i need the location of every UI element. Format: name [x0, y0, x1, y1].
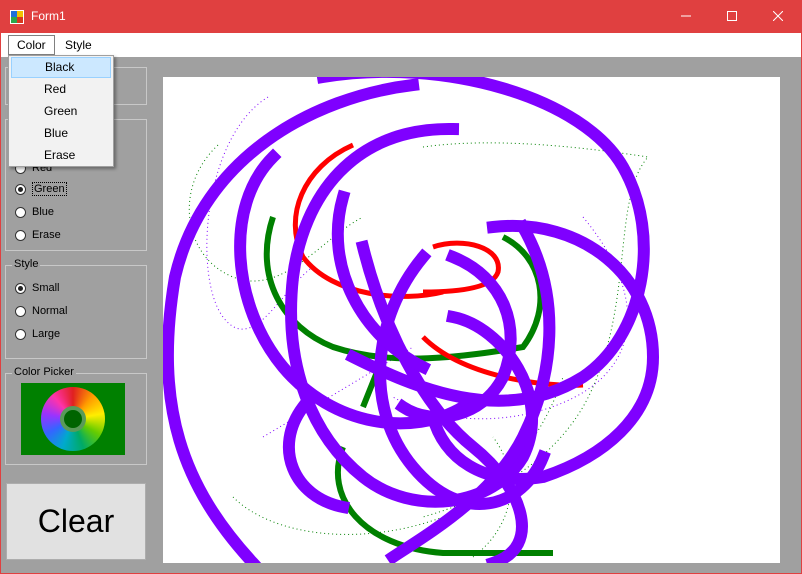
radio-large-label: Large	[32, 328, 61, 340]
style-group-title: Style	[12, 258, 41, 270]
color-wheel-icon[interactable]	[41, 387, 105, 451]
clear-button[interactable]: Clear	[6, 483, 146, 560]
title-bar[interactable]: Form1	[1, 1, 801, 33]
menu-color[interactable]: Color	[8, 35, 55, 55]
menu-item-red[interactable]: Red	[11, 79, 111, 100]
purple-stroke	[285, 122, 539, 508]
radio-normal-label: Normal	[32, 305, 68, 317]
style-group: Style Small Normal Large	[5, 258, 147, 359]
app-icon	[10, 10, 24, 24]
menu-style[interactable]: Style	[57, 35, 100, 55]
minimize-button[interactable]	[663, 1, 709, 33]
radio-green[interactable]: Green	[15, 181, 67, 197]
radio-erase-label: Erase	[32, 229, 61, 241]
maximize-icon	[727, 10, 737, 24]
menu-bar: Color Style	[1, 33, 801, 57]
maximize-button[interactable]	[709, 1, 755, 33]
radio-erase[interactable]: Erase	[15, 227, 61, 243]
main-window: Form1 Color Style Red Green Blue Erase S…	[0, 0, 802, 574]
menu-item-erase[interactable]: Erase	[11, 145, 111, 166]
radio-large[interactable]: Large	[15, 326, 60, 342]
minimize-icon	[681, 10, 691, 24]
radio-small-circle[interactable]	[15, 282, 26, 294]
color-picker-box[interactable]	[21, 383, 125, 455]
window-title: Form1	[31, 9, 66, 23]
radio-blue-label: Blue	[32, 206, 55, 218]
menu-item-black[interactable]: Black	[11, 57, 111, 78]
radio-blue-circle[interactable]	[15, 206, 26, 218]
radio-small-label: Small	[32, 282, 60, 294]
radio-green-circle[interactable]	[15, 183, 26, 195]
menu-item-green[interactable]: Green	[11, 101, 111, 122]
color-picker-title: Color Picker	[12, 366, 76, 378]
close-button[interactable]	[755, 1, 801, 33]
drawing-strokes	[163, 77, 659, 563]
menu-item-blue[interactable]: Blue	[11, 123, 111, 144]
radio-small[interactable]: Small	[15, 280, 60, 296]
color-picker-group: Color Picker	[5, 366, 147, 465]
radio-blue[interactable]: Blue	[15, 204, 54, 220]
purple-strokes	[163, 77, 659, 563]
radio-large-circle[interactable]	[15, 328, 26, 340]
color-menu-dropdown: Black Red Green Blue Erase	[8, 55, 114, 167]
close-icon	[772, 10, 784, 24]
color-wheel-center	[60, 406, 86, 432]
radio-erase-circle[interactable]	[15, 229, 26, 241]
radio-normal-circle[interactable]	[15, 305, 26, 317]
radio-normal[interactable]: Normal	[15, 303, 67, 319]
drawing-canvas[interactable]	[163, 77, 780, 563]
radio-green-label: Green	[32, 182, 67, 196]
